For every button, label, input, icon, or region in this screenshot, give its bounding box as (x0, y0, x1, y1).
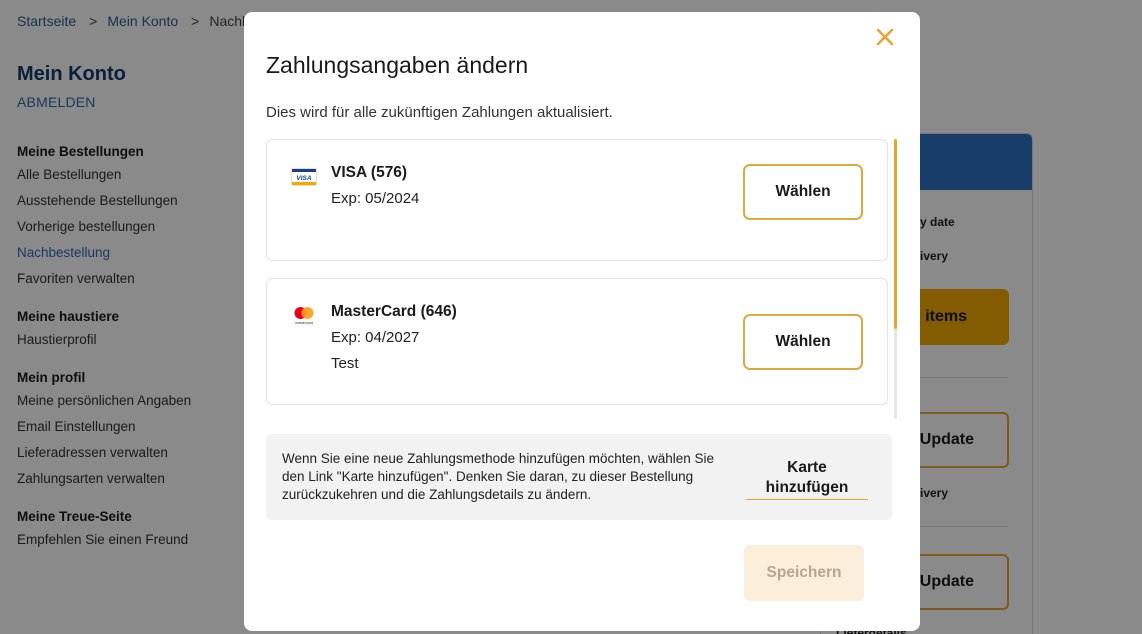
add-card-info-text: Wenn Sie eine neue Zahlungsmethode hinzu… (282, 451, 715, 502)
card-expiry: Exp: 04/2027 (331, 329, 420, 346)
mastercard-logo-icon: mastercard (291, 305, 317, 325)
modal-title: Zahlungsangaben ändern (266, 52, 529, 78)
payment-modal: Zahlungsangaben ändern Dies wird für all… (244, 12, 920, 631)
payment-card-mastercard: mastercard MasterCard (646) Exp: 04/2027… (266, 278, 888, 405)
select-card-button[interactable]: Wählen (743, 314, 863, 370)
add-card-link[interactable]: Karte hinzufügen (746, 458, 868, 500)
close-icon[interactable] (874, 26, 896, 48)
save-button[interactable]: Speichern (744, 545, 864, 601)
scrollbar-thumb[interactable] (894, 139, 897, 329)
card-note: Test (331, 355, 359, 372)
select-card-button[interactable]: Wählen (743, 164, 863, 220)
payment-card-visa: VISA VISA (576) Exp: 05/2024 Wählen (266, 139, 888, 261)
mastercard-logo-text: mastercard (295, 321, 313, 325)
modal-subtitle: Dies wird für alle zukünftigen Zahlungen… (266, 104, 613, 121)
card-expiry: Exp: 05/2024 (331, 190, 420, 207)
card-name: VISA (576) (331, 164, 408, 181)
card-name: MasterCard (646) (331, 303, 457, 320)
visa-logo-text: VISA (296, 175, 311, 182)
add-card-info-box: Wenn Sie eine neue Zahlungsmethode hinzu… (266, 434, 892, 520)
payment-card-list[interactable]: VISA VISA (576) Exp: 05/2024 Wählen mast… (266, 139, 890, 419)
visa-logo-icon: VISA (291, 168, 317, 186)
